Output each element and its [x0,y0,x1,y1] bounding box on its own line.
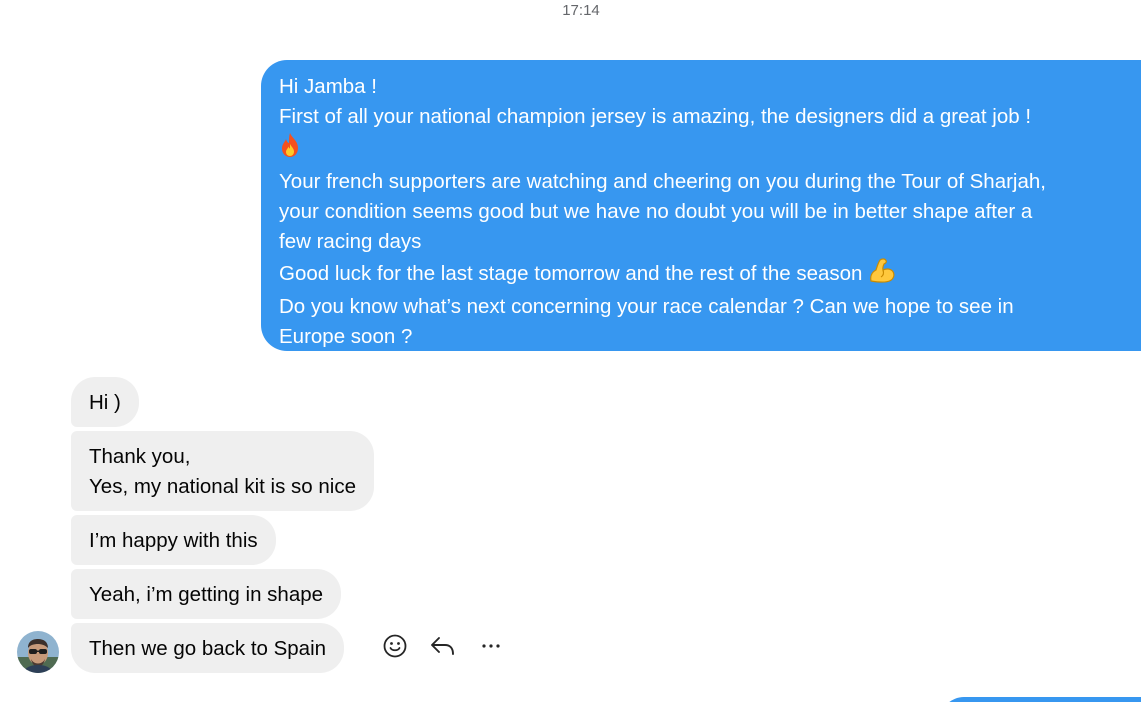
react-button[interactable] [380,631,410,661]
reply-button[interactable] [428,631,458,661]
message-line-with-emoji: Good luck for the last stage tomorrow an… [279,257,1123,292]
message-line: Hi ) [89,391,121,414]
message-line: Yes, my national kit is so nice [89,475,357,498]
incoming-message-bubble[interactable]: Hi ) [71,377,139,427]
message-line: Then we go back to Spain [89,637,327,660]
outgoing-message-bubble-partial[interactable] [940,697,1141,702]
message-line: Do you know what’s next concerning your … [279,295,1014,318]
flexed-biceps-emoji [868,257,896,292]
message-line-emoji [279,132,1123,167]
message-line: I’m happy with this [89,529,258,552]
message-line: Thank you, [89,445,191,468]
message-line: your condition seems good but we have no… [279,200,1033,223]
message-line: few racing days [279,230,422,253]
fire-emoji [279,132,301,167]
message-line: First of all your national champion jers… [279,105,1032,128]
outgoing-message-bubble[interactable]: Hi Jamba ! First of all your national ch… [261,60,1141,351]
incoming-message-bubble[interactable]: I’m happy with this [71,515,276,565]
incoming-message-bubble[interactable]: Yeah, i’m getting in shape [71,569,342,619]
sender-avatar[interactable] [17,631,59,673]
reply-icon [431,637,454,655]
message-line-text: Good luck for the last stage tomorrow an… [279,261,863,285]
react-icon [383,634,407,658]
message-timestamp: 17:14 [562,2,600,19]
incoming-message-bubble[interactable]: Thank you, Yes, my national kit is so ni… [71,431,375,511]
incoming-message-bubble[interactable]: Then we go back to Spain [71,623,345,673]
chat-thread: 17:14 Hi Jamba ! First of all your natio… [0,0,1141,702]
message-line: Your french supporters are watching and … [279,170,1046,193]
message-line: Yeah, i’m getting in shape [89,583,324,606]
message-actions [380,631,524,661]
more-icon [482,644,500,648]
message-line: Europe soon ? [279,325,413,348]
more-options-button[interactable] [476,631,506,661]
message-line: Hi Jamba ! [279,75,377,98]
